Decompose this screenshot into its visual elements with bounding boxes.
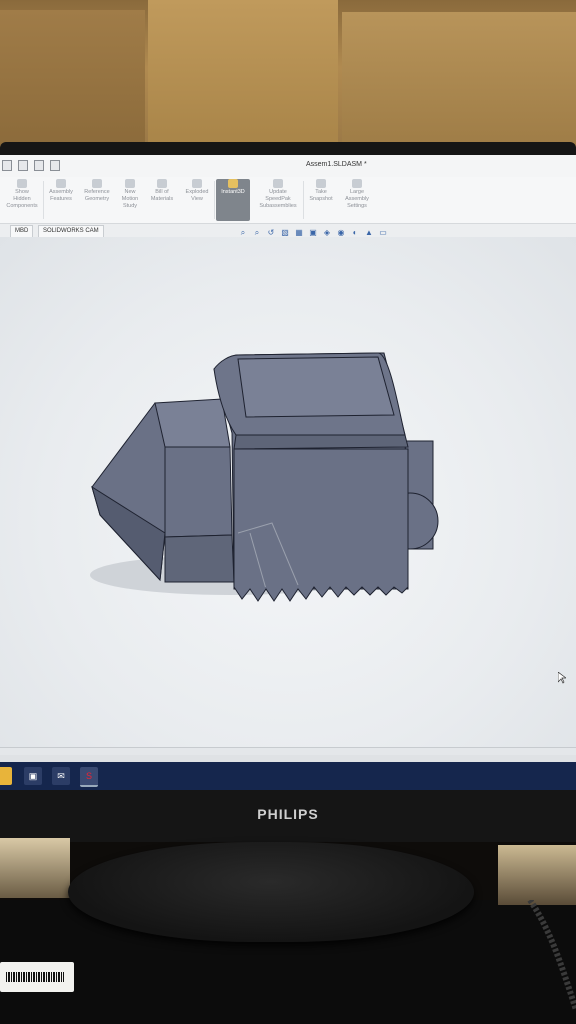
- assembly-features-button[interactable]: Assembly Features: [44, 179, 78, 221]
- hex-bottom-face: [164, 534, 235, 583]
- ribbon-button-label: Assembly: [345, 196, 369, 202]
- cable: [527, 900, 576, 1011]
- wall-panel: [0, 10, 145, 145]
- new-motion-study-icon: [125, 179, 135, 188]
- reference-geometry-icon: [92, 179, 102, 188]
- assembly-model[interactable]: [0, 237, 576, 747]
- ribbon-button-label: Hidden: [13, 196, 31, 202]
- take-snapshot-button[interactable]: Take Snapshot: [305, 179, 337, 221]
- ribbon-button-label: Components: [6, 203, 38, 209]
- instant3d-button[interactable]: Instant3D: [216, 179, 250, 221]
- ribbon-button-label: Instant3D: [221, 189, 245, 195]
- ribbon-button-label: Assembly: [49, 189, 73, 195]
- ribbon-button-label: Large: [349, 189, 365, 195]
- ribbon-button-label: Exploded: [185, 189, 209, 195]
- windows-taskbar: ▣ ✉ S: [0, 762, 576, 790]
- bill-of-materials-icon: [157, 179, 167, 188]
- large-assembly-settings-button[interactable]: Large Assembly Settings: [340, 179, 374, 221]
- ribbon-button-label: Bill of: [155, 189, 169, 195]
- ribbon-button-label: View: [191, 196, 203, 202]
- ribbon-button-label: Settings: [347, 203, 367, 209]
- show-hidden-components-icon: [17, 179, 27, 188]
- ribbon-button-label: Reference: [84, 189, 110, 195]
- desk-surface: [0, 838, 70, 898]
- new-document-icon[interactable]: [2, 160, 12, 171]
- ribbon-separator: [214, 181, 215, 219]
- command-manager-ribbon: Show Hidden Components Assembly Features Refe…: [0, 177, 576, 224]
- desk-surface: [498, 845, 576, 905]
- ribbon-button-label: Take: [315, 189, 327, 195]
- mouse-cursor-icon: [558, 672, 566, 684]
- update-speedpak-subassemblies-button[interactable]: Update SpeedPak Subassemblies: [254, 179, 302, 221]
- ribbon-button-label: SpeedPak: [265, 196, 291, 202]
- hex-top-face: [154, 398, 231, 448]
- ribbon-button-label: Features: [50, 196, 72, 202]
- ribbon-button-label: Motion: [121, 196, 139, 202]
- tab-mbd[interactable]: MBD: [10, 225, 34, 237]
- solidworks-icon[interactable]: S: [80, 767, 98, 787]
- save-icon[interactable]: [34, 160, 44, 171]
- exploded-view-icon: [192, 179, 202, 188]
- wall-panel: [342, 12, 576, 150]
- ribbon-button-label: New: [124, 189, 136, 195]
- mail-icon[interactable]: ✉: [52, 767, 70, 785]
- assembly-features-icon: [56, 179, 66, 188]
- reference-geometry-button[interactable]: Reference Geometry: [80, 179, 114, 221]
- barcode: [6, 972, 64, 982]
- ribbon-button-label: Geometry: [84, 196, 110, 202]
- quick-access-toolbar: [2, 160, 60, 171]
- update-speedpak-subassemblies-icon: [273, 179, 283, 188]
- cap-lip: [233, 434, 409, 450]
- wall-panel: [148, 0, 338, 150]
- file-explorer-icon[interactable]: [0, 767, 12, 785]
- open-icon[interactable]: [18, 160, 28, 171]
- ribbon-button-label: Show: [15, 189, 29, 195]
- monitor-brand-logo: PHILIPS: [257, 806, 319, 822]
- instant3d-icon: [228, 179, 238, 188]
- ribbon-separator: [303, 181, 304, 219]
- hex-side-face: [164, 446, 233, 538]
- ribbon-button-label: Study: [122, 203, 138, 209]
- ribbon-button-label: Materials: [150, 196, 174, 202]
- monitor-screen: Assem1.SLDASM * Show Hidden Components Asse…: [0, 155, 576, 785]
- exploded-view-button[interactable]: Exploded View: [181, 179, 213, 221]
- tab-solidworks-cam[interactable]: SOLIDWORKS CAM: [38, 225, 104, 237]
- title-bar: Assem1.SLDASM *: [0, 155, 576, 178]
- large-assembly-settings-icon: [352, 179, 362, 188]
- bill-of-materials-button[interactable]: Bill of Materials: [146, 179, 178, 221]
- take-snapshot-icon: [316, 179, 326, 188]
- show-hidden-components-button[interactable]: Show Hidden Components: [2, 179, 42, 221]
- ribbon-button-label: Update: [269, 189, 287, 195]
- ribbon-button-label: Snapshot: [309, 196, 333, 202]
- serrated-edge: [233, 586, 409, 602]
- graphics-area[interactable]: [0, 237, 576, 747]
- top-face: [237, 356, 395, 418]
- ribbon-button-label: Subassemblies: [259, 203, 297, 209]
- store-icon[interactable]: ▣: [24, 767, 42, 785]
- monitor-stand: [68, 842, 474, 942]
- new-motion-study-button[interactable]: New Motion Study: [116, 179, 144, 221]
- options-icon[interactable]: [50, 160, 60, 171]
- window-title: Assem1.SLDASM *: [306, 161, 367, 168]
- barcode-label: [0, 962, 74, 992]
